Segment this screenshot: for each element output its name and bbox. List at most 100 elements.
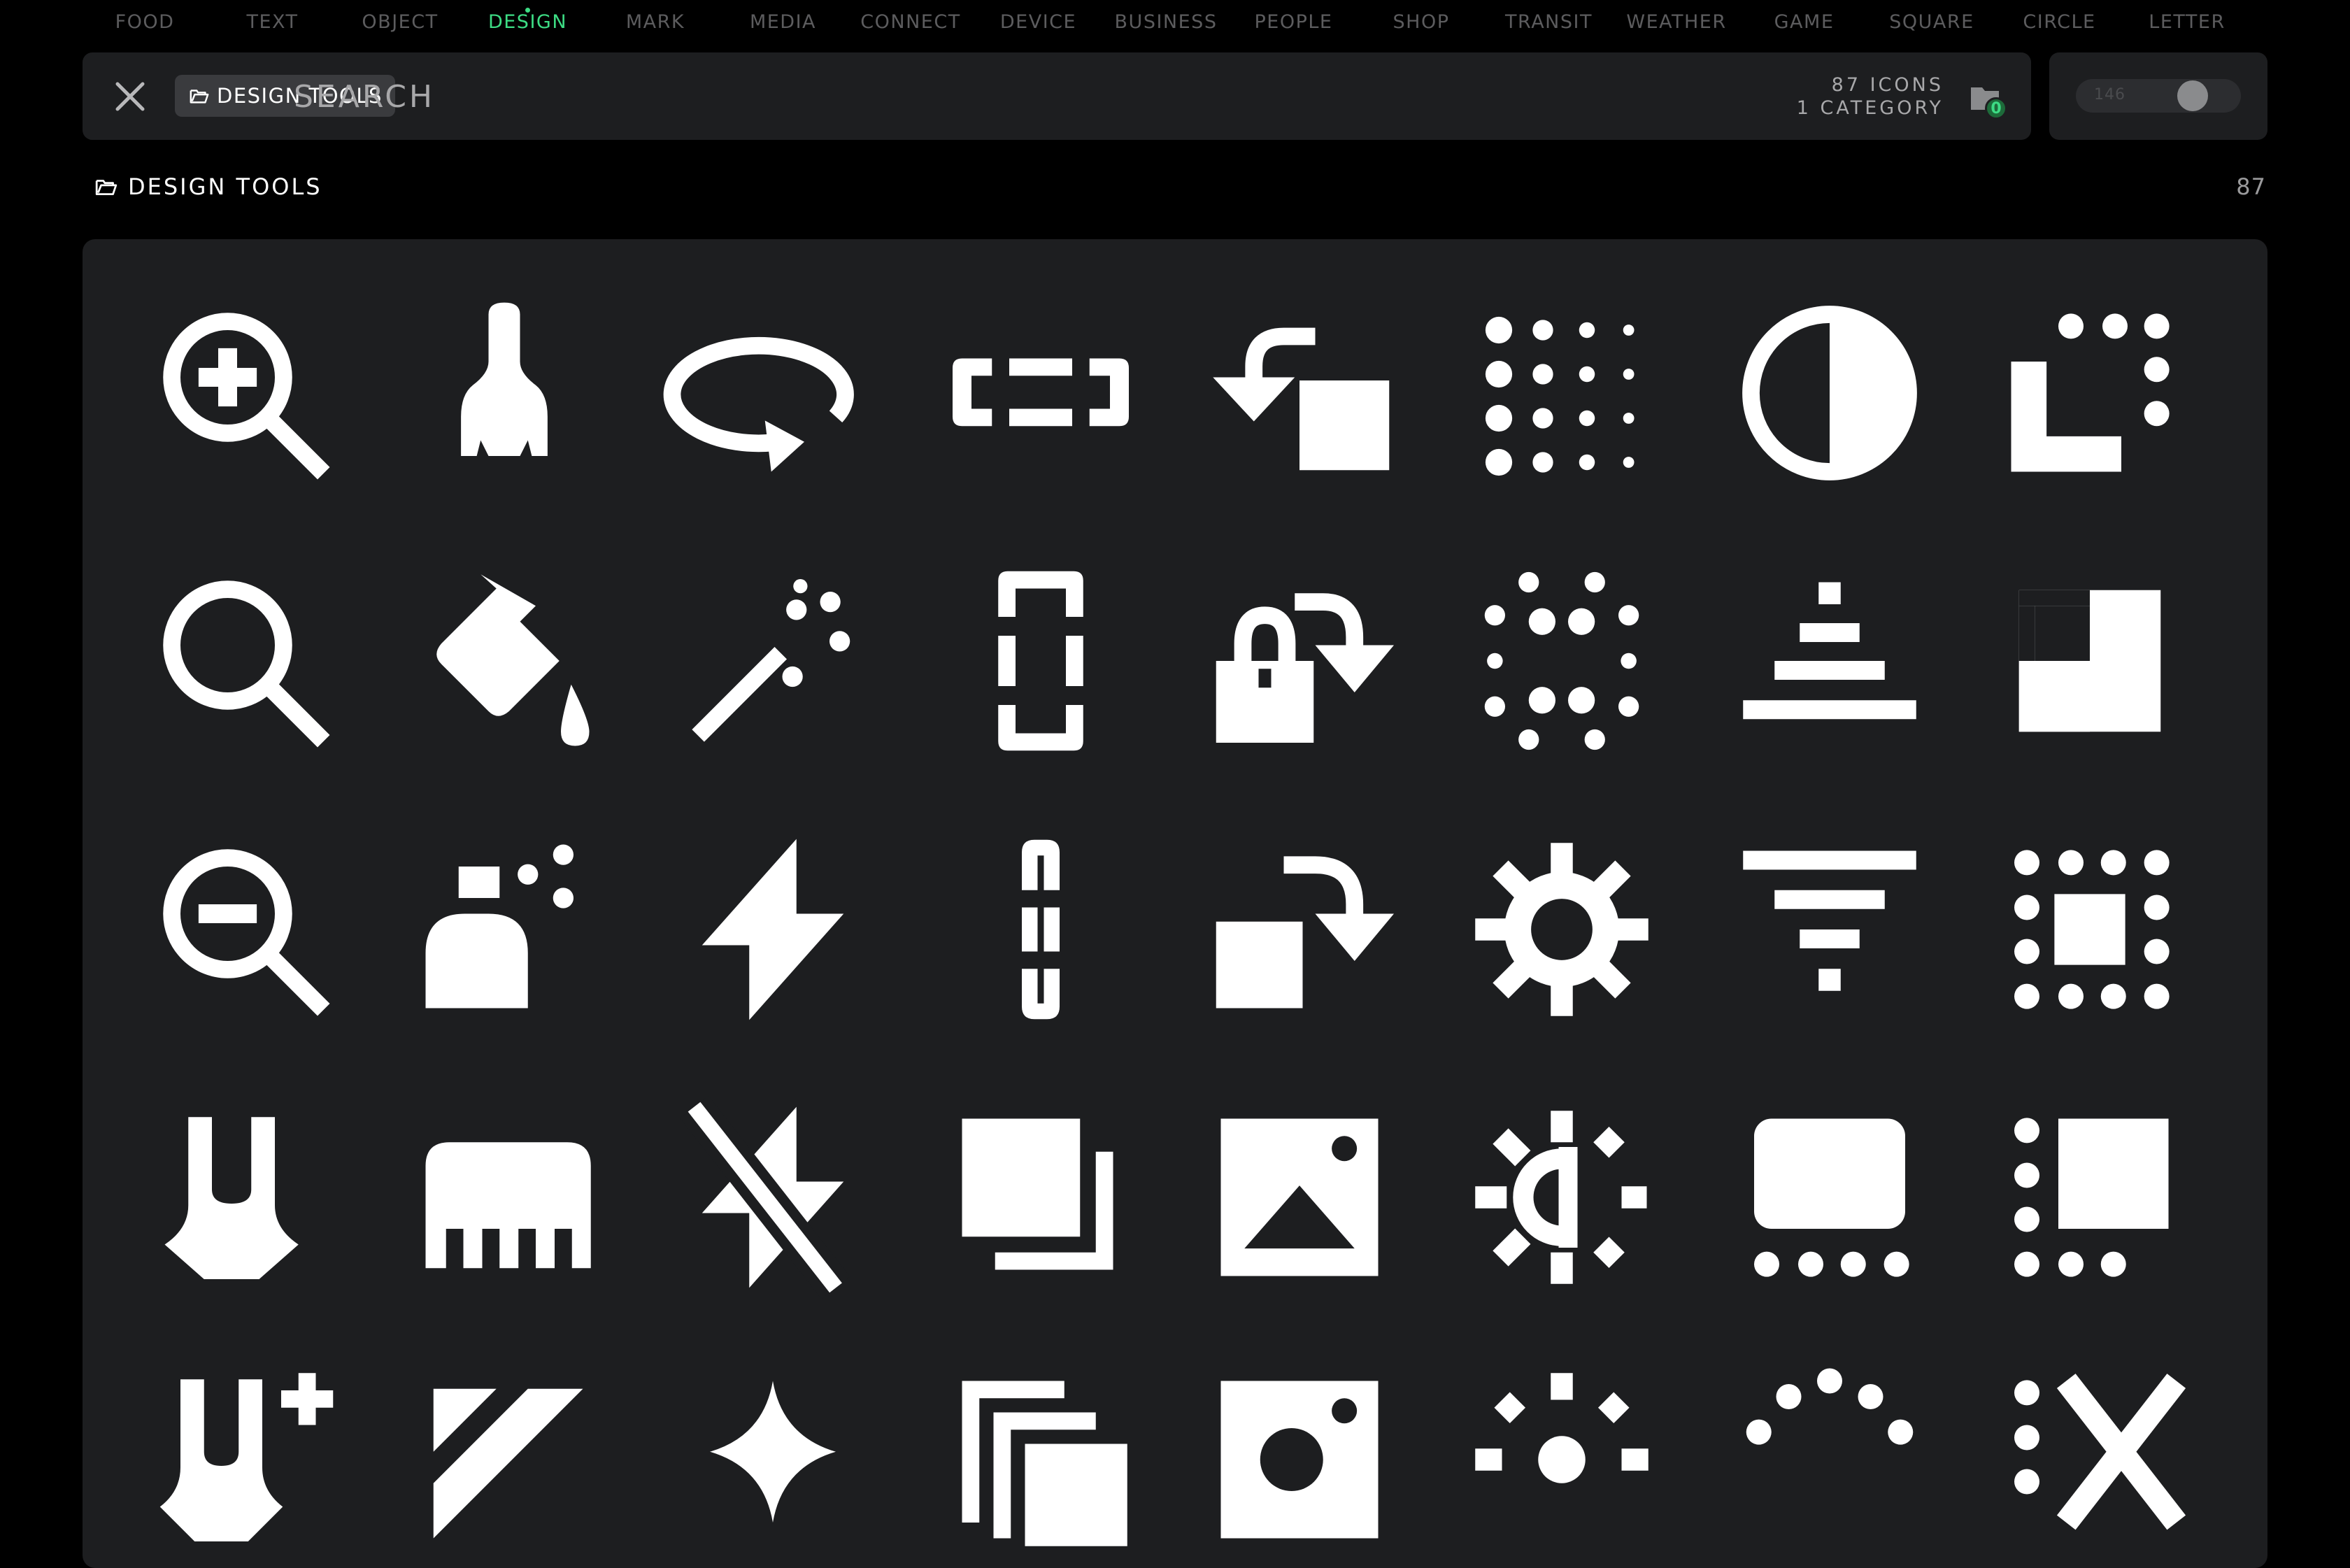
icon-cell[interactable]	[138, 556, 348, 766]
icon-cell[interactable]	[138, 1355, 348, 1565]
folder-open-icon	[190, 90, 209, 104]
section-count: 87	[2236, 173, 2266, 200]
icon-cell[interactable]	[1985, 1355, 2195, 1565]
copy-layers-icon	[962, 1118, 1113, 1270]
undo-square-icon	[1213, 327, 1390, 471]
icon-cell[interactable]	[1457, 825, 1667, 1034]
icon-grid	[83, 239, 2267, 1568]
icon-cell[interactable]	[138, 825, 348, 1034]
icon-cell[interactable]	[668, 556, 878, 766]
icon-cell[interactable]	[668, 1092, 878, 1302]
category-tab-letter[interactable]: LETTER	[2124, 11, 2250, 33]
icon-cell[interactable]	[668, 825, 878, 1034]
section-header: DESIGN TOOLS	[94, 173, 322, 200]
icon-cell[interactable]	[1985, 1092, 2195, 1302]
icon-cell[interactable]	[1725, 556, 1935, 766]
category-nav: FOOD TEXT OBJECT DESIGN MARK MEDIA CONNE…	[0, 0, 2350, 49]
frame-dots-icon	[1754, 1118, 1909, 1277]
icon-cell[interactable]	[1195, 1355, 1404, 1565]
icon-cell[interactable]	[138, 1092, 348, 1302]
icon-size-slider[interactable]: 146	[2076, 79, 2241, 113]
close-icon	[115, 82, 145, 111]
dot-grid-icon	[1485, 316, 1635, 476]
icon-cell[interactable]	[1195, 825, 1404, 1034]
icon-cell[interactable]	[1195, 1092, 1404, 1302]
category-tab-game[interactable]: GAME	[1742, 11, 1867, 33]
icon-cell[interactable]	[1457, 556, 1667, 766]
category-count: 1 CATEGORY	[1796, 97, 1944, 119]
category-tab-transit[interactable]: TRANSIT	[1486, 11, 1612, 33]
close-button[interactable]	[111, 77, 150, 116]
category-tab-mark[interactable]: MARK	[592, 11, 718, 33]
category-tab-food[interactable]: FOOD	[82, 11, 208, 33]
icon-cell[interactable]	[1725, 1092, 1935, 1302]
icon-cell[interactable]	[399, 556, 609, 766]
icon-cell[interactable]	[1985, 288, 2195, 498]
redo-square-icon	[1216, 856, 1394, 1008]
paint-bucket-icon	[436, 574, 590, 746]
search-input[interactable]	[292, 73, 1694, 120]
folder-open-icon	[95, 180, 118, 196]
select-horizontal-icon	[953, 358, 1129, 427]
size-panel: 146	[2049, 52, 2267, 140]
dots-arc-icon	[1746, 1368, 1914, 1445]
lock-rotate-icon	[1216, 593, 1394, 743]
icon-cell[interactable]	[1985, 556, 2195, 766]
category-tab-design[interactable]: DESIGN	[465, 8, 591, 33]
comb-ruler-icon	[425, 1142, 591, 1269]
icon-cell[interactable]	[399, 825, 609, 1034]
icon-cell[interactable]	[1195, 288, 1404, 498]
icon-cell[interactable]	[1195, 556, 1404, 766]
icon-cell[interactable]	[936, 288, 1146, 498]
slider-handle[interactable]	[2177, 80, 2208, 111]
rotate-3d-icon	[663, 336, 854, 472]
select-corner-icon	[2011, 313, 2170, 472]
category-tab-square[interactable]: SQUARE	[1869, 11, 1995, 33]
icon-cell[interactable]	[1985, 825, 2195, 1034]
brightness-half-icon	[1475, 1111, 1647, 1284]
pen-add-icon	[159, 1373, 334, 1541]
icon-cell[interactable]	[399, 288, 609, 498]
icon-cell[interactable]	[1457, 1355, 1667, 1565]
icon-cell[interactable]	[936, 556, 1146, 766]
gear-icon	[1475, 843, 1648, 1016]
checker-square-icon	[2018, 590, 2161, 732]
icon-cell[interactable]	[1725, 288, 1935, 498]
magic-wand-icon	[692, 579, 850, 742]
image-person-icon	[1220, 1381, 1379, 1539]
blur-dots-icon	[1484, 571, 1639, 750]
icon-cell[interactable]	[936, 1092, 1146, 1302]
icon-cell[interactable]	[1457, 288, 1667, 498]
category-tab-media[interactable]: MEDIA	[720, 11, 846, 33]
section-title: DESIGN TOOLS	[128, 173, 322, 200]
icon-cell[interactable]	[936, 825, 1146, 1034]
link-vertical-icon	[1022, 839, 1060, 1020]
category-tab-weather[interactable]: WEATHER	[1614, 11, 1739, 33]
category-tab-shop[interactable]: SHOP	[1358, 11, 1484, 33]
sun-dots-icon	[1475, 1373, 1648, 1483]
pyramid-levels-icon	[1743, 582, 1916, 720]
square-dot-border-icon	[2014, 850, 2170, 1009]
category-tab-people[interactable]: PEOPLE	[1231, 11, 1357, 33]
icon-cell[interactable]	[668, 1355, 878, 1565]
icon-cell[interactable]	[138, 288, 348, 498]
icon-cell[interactable]	[936, 1355, 1146, 1565]
icon-cell[interactable]	[1725, 1355, 1935, 1565]
category-tab-connect[interactable]: CONNECT	[848, 11, 974, 33]
flash-off-icon	[680, 1095, 850, 1299]
category-tab-device[interactable]: DEVICE	[976, 11, 1102, 33]
square-dots-left-icon	[2014, 1118, 2169, 1277]
category-tab-text[interactable]: TEXT	[210, 11, 336, 33]
icons-count: 87 ICONS	[1831, 74, 1944, 96]
icon-cell[interactable]	[1457, 1092, 1667, 1302]
eraser-icon	[433, 1388, 583, 1539]
category-tab-business[interactable]: BUSINESS	[1103, 11, 1229, 33]
sparkle-icon	[710, 1381, 836, 1523]
collection-button[interactable]: 0	[1965, 78, 2007, 120]
category-tab-circle[interactable]: CIRCLE	[1997, 11, 2123, 33]
icon-cell[interactable]	[663, 288, 878, 498]
icon-cell[interactable]	[399, 1355, 609, 1565]
category-tab-object[interactable]: OBJECT	[337, 11, 463, 33]
icon-cell[interactable]	[399, 1092, 609, 1302]
icon-cell[interactable]	[1725, 825, 1935, 1034]
